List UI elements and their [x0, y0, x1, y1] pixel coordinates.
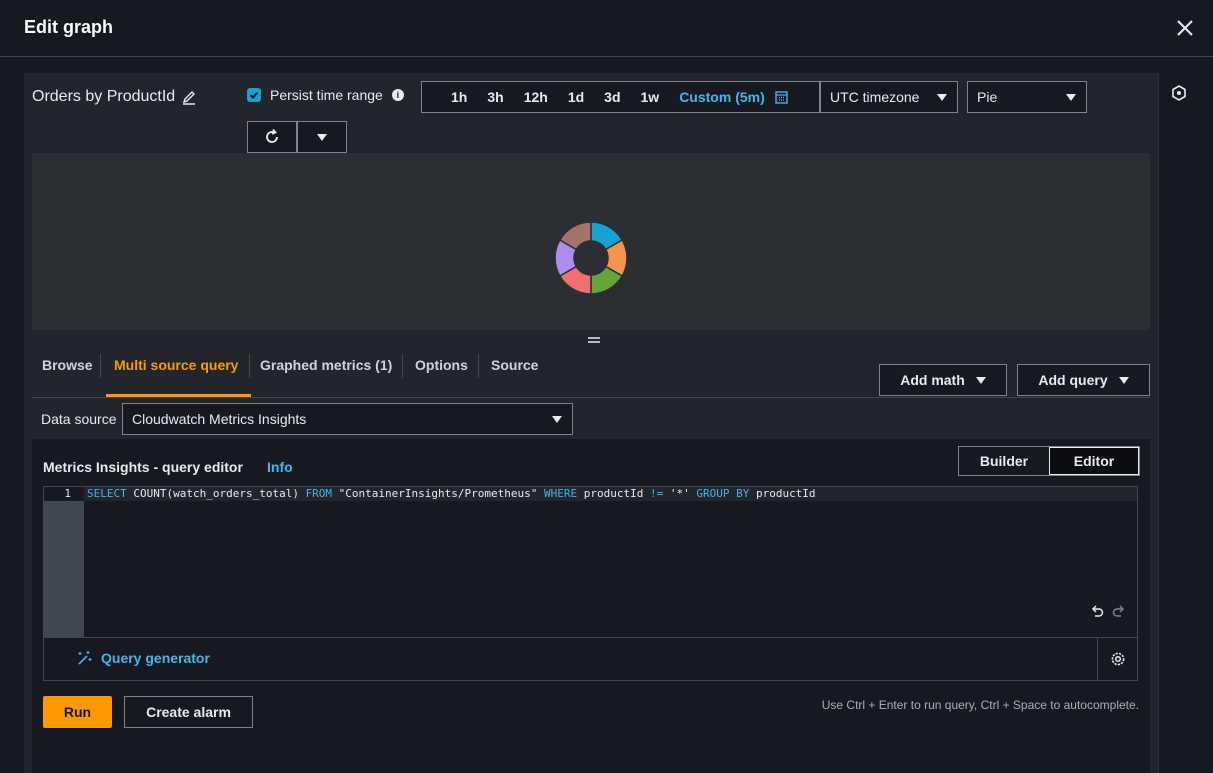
query-group-field: productId — [749, 487, 816, 500]
range-1w[interactable]: 1w — [631, 89, 670, 105]
range-1d[interactable]: 1d — [558, 89, 594, 105]
persist-checkbox[interactable] — [247, 88, 261, 102]
info-panel-icon[interactable] — [1171, 85, 1187, 101]
tab-separator — [100, 354, 101, 378]
close-icon — [1177, 20, 1193, 36]
data-source-label: Data source — [41, 411, 117, 427]
kw-where: WHERE — [543, 487, 578, 500]
code-editor[interactable]: 1 SELECT COUNT(watch_orders_total) FROM … — [43, 486, 1138, 638]
caret-down-icon — [975, 376, 986, 384]
timezone-value: UTC timezone — [830, 89, 920, 105]
persist-label: Persist time range — [270, 87, 383, 103]
modal-header: Edit graph — [0, 0, 1213, 57]
tab-browse[interactable]: Browse — [42, 357, 93, 373]
tab-multi-source-query[interactable]: Multi source query — [114, 357, 238, 373]
builder-editor-toggle: Builder Editor — [958, 446, 1140, 476]
kw-select: SELECT — [87, 487, 127, 500]
editor-mode-button[interactable]: Editor — [1049, 447, 1139, 475]
query-generator-button[interactable]: Query generator — [77, 650, 210, 666]
tab-graphed-metrics[interactable]: Graphed metrics (1) — [260, 357, 392, 373]
query-value: '*' — [663, 487, 697, 500]
query-tabs: Browse Multi source query Graphed metric… — [32, 343, 1150, 398]
range-3d[interactable]: 3d — [594, 89, 630, 105]
graph-title-text: Orders by ProductId — [32, 88, 176, 105]
info-link[interactable]: Info — [267, 459, 293, 475]
tab-source[interactable]: Source — [491, 357, 538, 373]
query-namespace: "ContainerInsights/Prometheus" — [332, 487, 544, 500]
info-icon[interactable]: i — [391, 89, 404, 101]
magic-wand-icon — [78, 651, 92, 665]
tab-separator — [478, 354, 479, 378]
close-button[interactable] — [1173, 16, 1197, 40]
undo-icon[interactable] — [1091, 604, 1104, 617]
add-math-label: Add math — [900, 372, 965, 388]
line-gutter — [44, 487, 84, 637]
range-custom[interactable]: Custom (5m) — [669, 89, 775, 105]
query-field: productId — [577, 487, 650, 500]
range-3h[interactable]: 3h — [477, 89, 513, 105]
kw-from: FROM — [305, 487, 333, 500]
time-range-selector: 1h 3h 12h 1d 3d 1w Custom (5m) — [421, 81, 820, 113]
caret-down-icon — [1118, 376, 1129, 384]
refresh-button[interactable] — [247, 121, 297, 153]
run-button[interactable]: Run — [43, 696, 112, 728]
refresh-options-dropdown[interactable] — [297, 121, 347, 153]
editor-settings-button[interactable] — [1097, 638, 1137, 680]
caret-down-icon — [1066, 93, 1076, 101]
create-alarm-button[interactable]: Create alarm — [124, 696, 253, 728]
refresh-icon — [266, 128, 278, 143]
query-generator-bar: Query generator — [43, 638, 1138, 681]
kw-op: != — [649, 487, 664, 500]
add-math-button[interactable]: Add math — [879, 364, 1007, 396]
timezone-select[interactable]: UTC timezone — [820, 81, 958, 113]
query-editor-panel: Metrics Insights - query editor Info Bui… — [32, 439, 1150, 773]
persist-time-range[interactable]: Persist time range i — [247, 87, 404, 103]
graph-editor-panel: Orders by ProductId Persist time range i… — [24, 73, 1159, 773]
chart-area — [32, 153, 1150, 330]
add-query-button[interactable]: Add query — [1017, 364, 1150, 396]
check-icon — [249, 91, 259, 99]
chart-type-value: Pie — [977, 89, 998, 105]
modal-title: Edit graph — [24, 17, 113, 37]
pencil-icon[interactable] — [181, 89, 197, 105]
line-number: 1 — [44, 487, 84, 501]
data-source-select[interactable]: Cloudwatch Metrics Insights — [122, 403, 573, 435]
query-text[interactable]: SELECT COUNT(watch_orders_total) FROM "C… — [84, 487, 1137, 501]
pie-chart — [554, 221, 628, 295]
chart-type-select[interactable]: Pie — [967, 81, 1087, 113]
right-rail — [1158, 73, 1213, 773]
redo-icon[interactable] — [1112, 604, 1125, 617]
data-source-value: Cloudwatch Metrics Insights — [132, 411, 307, 427]
query-fn: COUNT(watch_orders_total) — [126, 487, 306, 500]
query-generator-label: Query generator — [101, 650, 210, 666]
add-query-label: Add query — [1038, 372, 1108, 388]
kw-group-by: GROUP BY — [696, 487, 750, 500]
graph-title[interactable]: Orders by ProductId — [32, 88, 197, 106]
edit-graph-modal: Edit graph Orders by ProductId Persist t… — [0, 0, 1213, 773]
active-tab-indicator — [106, 394, 251, 397]
keyboard-hint: Use Ctrl + Enter to run query, Ctrl + Sp… — [821, 698, 1139, 712]
editor-title: Metrics Insights - query editor — [43, 459, 243, 475]
calendar-icon[interactable] — [775, 90, 788, 104]
caret-down-icon — [552, 415, 562, 423]
range-1h[interactable]: 1h — [441, 89, 477, 105]
builder-mode-button[interactable]: Builder — [959, 447, 1049, 475]
tab-separator — [402, 354, 403, 378]
gear-icon — [1111, 652, 1124, 666]
range-12h[interactable]: 12h — [514, 89, 558, 105]
caret-down-icon — [317, 133, 327, 141]
tab-options[interactable]: Options — [415, 357, 468, 373]
tab-separator — [249, 354, 250, 378]
caret-down-icon — [937, 93, 947, 101]
undo-redo — [1091, 604, 1125, 617]
